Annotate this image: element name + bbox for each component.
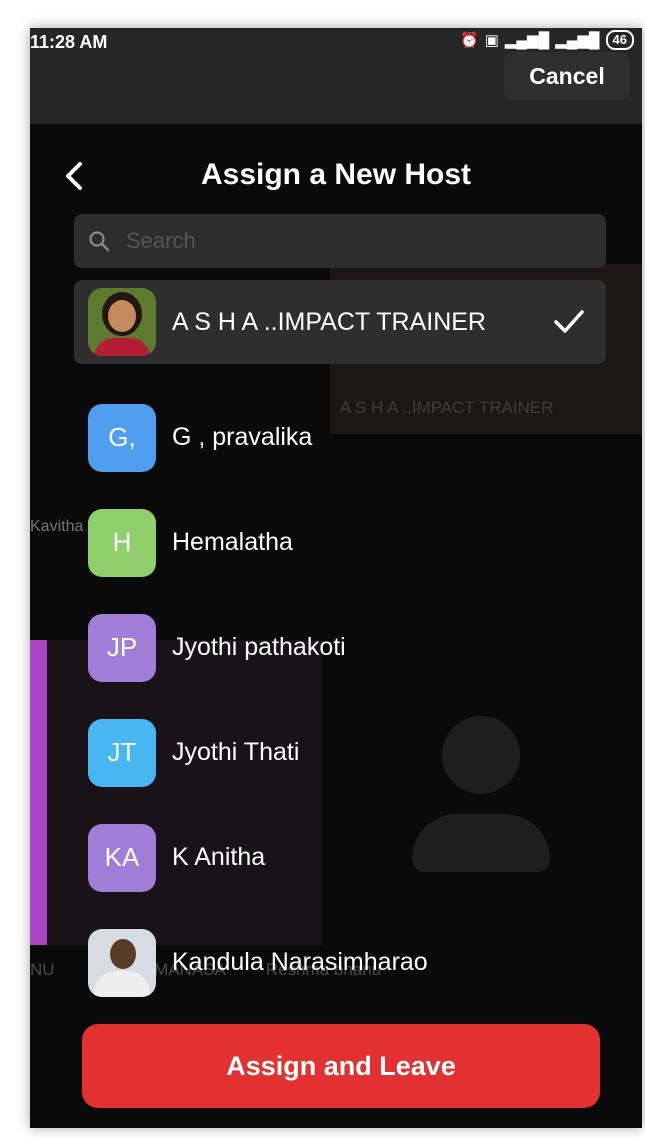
search-icon (89, 231, 110, 252)
participant-row[interactable]: Kandula Narasimharao (74, 910, 606, 1015)
participant-name: K Anitha (172, 843, 266, 871)
avatar-initials: JT (88, 718, 156, 787)
search-input[interactable] (124, 227, 568, 255)
cancel-button[interactable]: Cancel (504, 52, 630, 100)
participant-row[interactable]: G, G , pravalika (74, 385, 606, 490)
participant-name: Hemalatha (172, 528, 293, 556)
avatar-initials: JP (88, 613, 156, 682)
alarm-icon: ⏰ (460, 32, 479, 49)
participant-row[interactable]: JP Jyothi pathakoti (74, 595, 606, 700)
participant-row[interactable]: A S H A ..IMPACT TRAINER (74, 280, 606, 364)
check-icon (554, 310, 584, 333)
avatar-photo (88, 288, 156, 356)
participant-name: A S H A ..IMPACT TRAINER (172, 307, 486, 336)
sheet-title: Assign a New Host (200, 158, 472, 191)
avatar-initials: G, (88, 403, 156, 472)
status-time: 11:28 AM (30, 32, 108, 52)
participant-row[interactable]: H Hemalatha (74, 490, 606, 595)
participant-row[interactable]: JT Jyothi Thati (74, 700, 606, 805)
signal-icon: ▂▄▆█ (504, 32, 550, 49)
battery-indicator: 46 (605, 30, 634, 50)
participant-name: Kandula Narasimharao (172, 948, 428, 976)
volte-icon: ▣ (484, 32, 499, 49)
avatar-photo (88, 928, 156, 997)
assign-and-leave-button[interactable]: Assign and Leave (82, 1024, 600, 1108)
participant-name: G , pravalika (172, 423, 313, 451)
status-icons: ⏰ ▣ ▂▄▆█ ▂▄▆█ 46 (460, 30, 634, 50)
participant-list: A S H A ..IMPACT TRAINER G, G , pravalik… (74, 280, 606, 1015)
background-active-speaker-bar (30, 640, 47, 945)
signal-icon: ▂▄▆█ (555, 32, 600, 49)
participant-row[interactable]: KA K Anitha (74, 805, 606, 910)
participant-name: Jyothi Thati (172, 738, 300, 766)
search-bar[interactable] (74, 214, 606, 268)
avatar-initials: KA (88, 823, 156, 892)
background-label: NU (30, 960, 55, 979)
top-bar: 11:28 AM ⏰ ▣ ▂▄▆█ ▂▄▆█ 46 Cancel (30, 28, 642, 124)
phone-screen: 11:28 AM ⏰ ▣ ▂▄▆█ ▂▄▆█ 46 Cancel A S H A… (30, 28, 642, 1128)
participant-name: Jyothi pathakoti (172, 633, 346, 661)
avatar-initials: H (88, 508, 156, 577)
